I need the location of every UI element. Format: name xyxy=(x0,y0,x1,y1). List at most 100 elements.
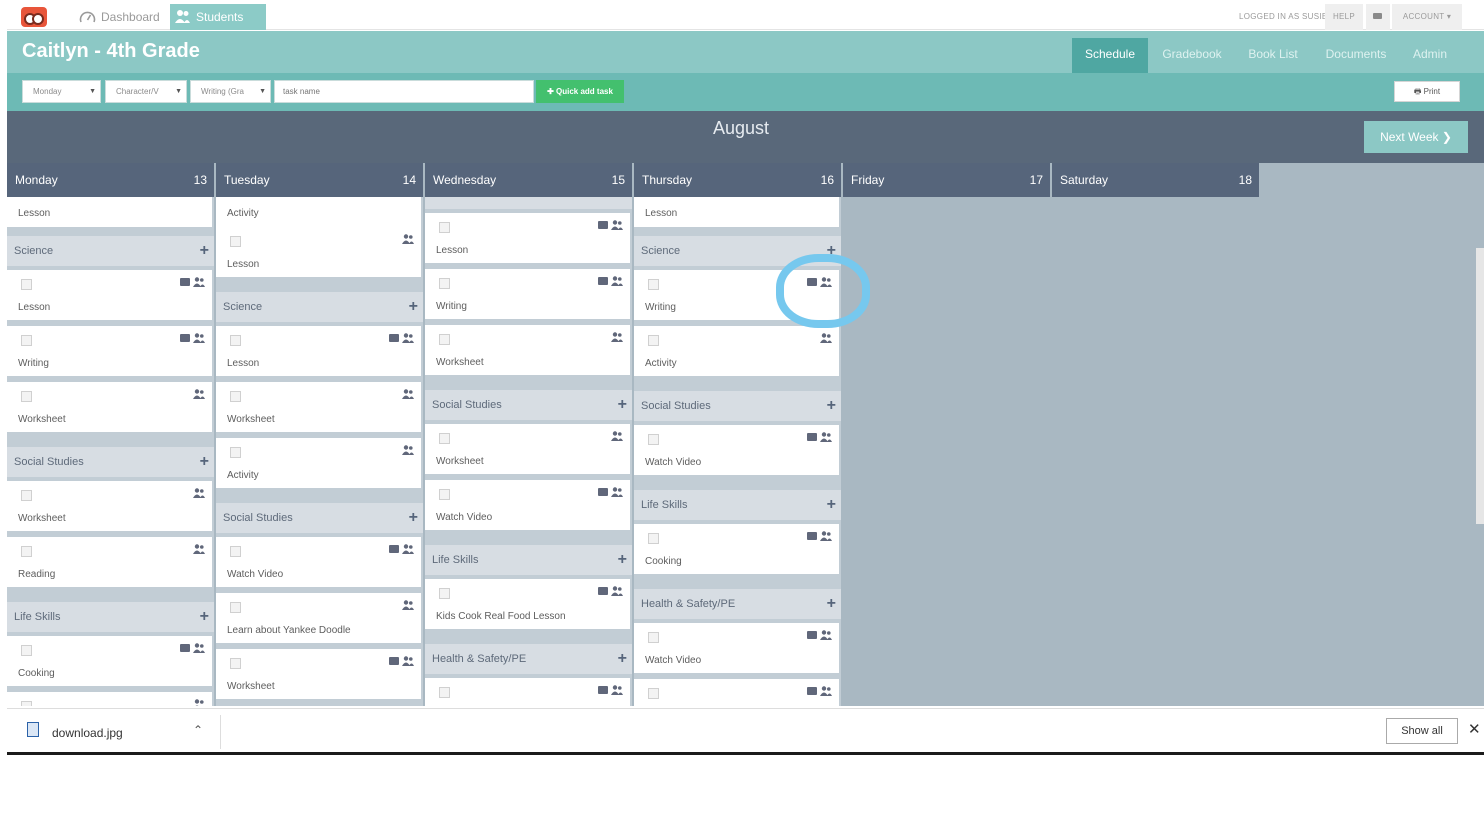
users-icon[interactable] xyxy=(402,656,414,666)
users-icon[interactable] xyxy=(402,333,414,343)
show-all-button[interactable]: Show all xyxy=(1386,718,1458,744)
comment-icon[interactable] xyxy=(598,221,608,229)
comment-icon[interactable] xyxy=(598,277,608,285)
task-card[interactable]: Reading xyxy=(7,537,212,587)
account-menu[interactable]: ACCOUNT ▾ xyxy=(1392,4,1462,30)
comment-icon[interactable] xyxy=(598,686,608,694)
task-card[interactable]: Lesson xyxy=(216,326,421,376)
task-checkbox[interactable] xyxy=(439,433,450,444)
users-icon[interactable] xyxy=(611,431,623,441)
task-checkbox[interactable] xyxy=(648,533,659,544)
users-icon[interactable] xyxy=(193,699,205,706)
task-checkbox[interactable] xyxy=(648,335,659,346)
task-card[interactable]: Worksheet xyxy=(425,424,630,474)
task-checkbox[interactable] xyxy=(439,334,450,345)
task-card[interactable]: Lesson xyxy=(425,213,630,263)
subject-select[interactable]: Character/V xyxy=(105,80,187,103)
users-icon[interactable] xyxy=(611,276,623,286)
users-icon[interactable] xyxy=(611,487,623,497)
comment-icon[interactable] xyxy=(389,334,399,342)
task-checkbox[interactable] xyxy=(21,335,32,346)
chevron-up-icon[interactable]: ⌃ xyxy=(193,723,203,737)
tab-gradebook[interactable]: Gradebook xyxy=(1152,38,1232,73)
add-task-plus-icon[interactable]: + xyxy=(618,390,627,420)
task-card[interactable]: Worksheet xyxy=(216,649,421,699)
task-card[interactable]: Worksheet xyxy=(7,382,212,432)
users-icon[interactable] xyxy=(611,586,623,596)
nav-students[interactable]: Students xyxy=(170,4,266,30)
task-card[interactable] xyxy=(7,692,212,706)
task-card[interactable] xyxy=(634,679,839,706)
task-card[interactable]: Lesson xyxy=(7,197,212,227)
tab-documents[interactable]: Documents xyxy=(1318,38,1394,73)
task-checkbox[interactable] xyxy=(648,632,659,643)
task-checkbox[interactable] xyxy=(230,602,241,613)
add-task-plus-icon[interactable]: + xyxy=(618,197,627,209)
page-scrollbar[interactable] xyxy=(1476,248,1484,524)
task-card[interactable]: Lesson xyxy=(7,270,212,320)
task-checkbox[interactable] xyxy=(21,645,32,656)
task-checkbox[interactable] xyxy=(230,447,241,458)
category-select[interactable]: Writing (Gra xyxy=(190,80,271,103)
task-card[interactable]: Worksheet xyxy=(216,382,421,432)
users-icon[interactable] xyxy=(820,333,832,343)
task-checkbox[interactable] xyxy=(439,222,450,233)
task-checkbox[interactable] xyxy=(648,688,659,699)
task-card[interactable]: Worksheet xyxy=(425,325,630,375)
users-icon[interactable] xyxy=(193,544,205,554)
task-card[interactable] xyxy=(425,678,630,706)
task-card[interactable]: Watch Video xyxy=(425,480,630,530)
task-card[interactable]: Lesson xyxy=(216,227,421,277)
comment-icon[interactable] xyxy=(180,644,190,652)
comment-icon[interactable] xyxy=(389,657,399,665)
task-card[interactable]: Writing xyxy=(7,326,212,376)
task-checkbox[interactable] xyxy=(230,546,241,557)
tab-schedule[interactable]: Schedule xyxy=(1072,38,1148,73)
task-checkbox[interactable] xyxy=(439,489,450,500)
add-task-plus-icon[interactable]: + xyxy=(200,602,209,632)
print-button[interactable]: 🖶 Print xyxy=(1394,81,1460,102)
add-task-plus-icon[interactable]: + xyxy=(827,490,836,520)
task-card[interactable]: Watch Video xyxy=(634,425,839,475)
users-icon[interactable] xyxy=(820,686,832,696)
tab-book-list[interactable]: Book List xyxy=(1240,38,1306,73)
users-icon[interactable] xyxy=(193,488,205,498)
task-checkbox[interactable] xyxy=(21,391,32,402)
users-icon[interactable] xyxy=(611,220,623,230)
comment-icon[interactable] xyxy=(807,687,817,695)
add-task-plus-icon[interactable]: + xyxy=(618,644,627,674)
add-task-plus-icon[interactable]: + xyxy=(618,545,627,575)
task-checkbox[interactable] xyxy=(230,236,241,247)
comment-icon[interactable] xyxy=(598,488,608,496)
task-checkbox[interactable] xyxy=(21,701,32,706)
users-icon[interactable] xyxy=(402,544,414,554)
task-checkbox[interactable] xyxy=(648,434,659,445)
task-checkbox[interactable] xyxy=(21,490,32,501)
task-checkbox[interactable] xyxy=(21,279,32,290)
messages-icon[interactable] xyxy=(1366,4,1390,30)
task-checkbox[interactable] xyxy=(21,546,32,557)
users-icon[interactable] xyxy=(402,234,414,244)
task-card[interactable]: Watch Video xyxy=(216,537,421,587)
users-icon[interactable] xyxy=(402,445,414,455)
task-card[interactable]: Learn about Yankee Doodle xyxy=(216,593,421,643)
tab-admin[interactable]: Admin xyxy=(1404,38,1456,73)
nav-dashboard[interactable]: Dashboard xyxy=(75,4,171,30)
task-card[interactable]: Watch Video xyxy=(634,623,839,673)
task-card[interactable]: Kids Cook Real Food Lesson xyxy=(425,579,630,629)
add-task-plus-icon[interactable]: + xyxy=(200,236,209,266)
add-task-plus-icon[interactable]: + xyxy=(409,292,418,322)
add-task-plus-icon[interactable]: + xyxy=(827,391,836,421)
task-card[interactable]: Writing xyxy=(425,269,630,319)
help-link[interactable]: HELP xyxy=(1325,4,1363,30)
task-checkbox[interactable] xyxy=(230,658,241,669)
task-checkbox[interactable] xyxy=(230,391,241,402)
task-checkbox[interactable] xyxy=(648,279,659,290)
users-icon[interactable] xyxy=(611,685,623,695)
users-icon[interactable] xyxy=(193,277,205,287)
owl-logo[interactable] xyxy=(21,7,47,27)
add-task-plus-icon[interactable]: + xyxy=(827,589,836,619)
comment-icon[interactable] xyxy=(180,278,190,286)
next-week-button[interactable]: Next Week ❯ xyxy=(1364,121,1468,153)
task-card[interactable]: Activity xyxy=(216,438,421,488)
